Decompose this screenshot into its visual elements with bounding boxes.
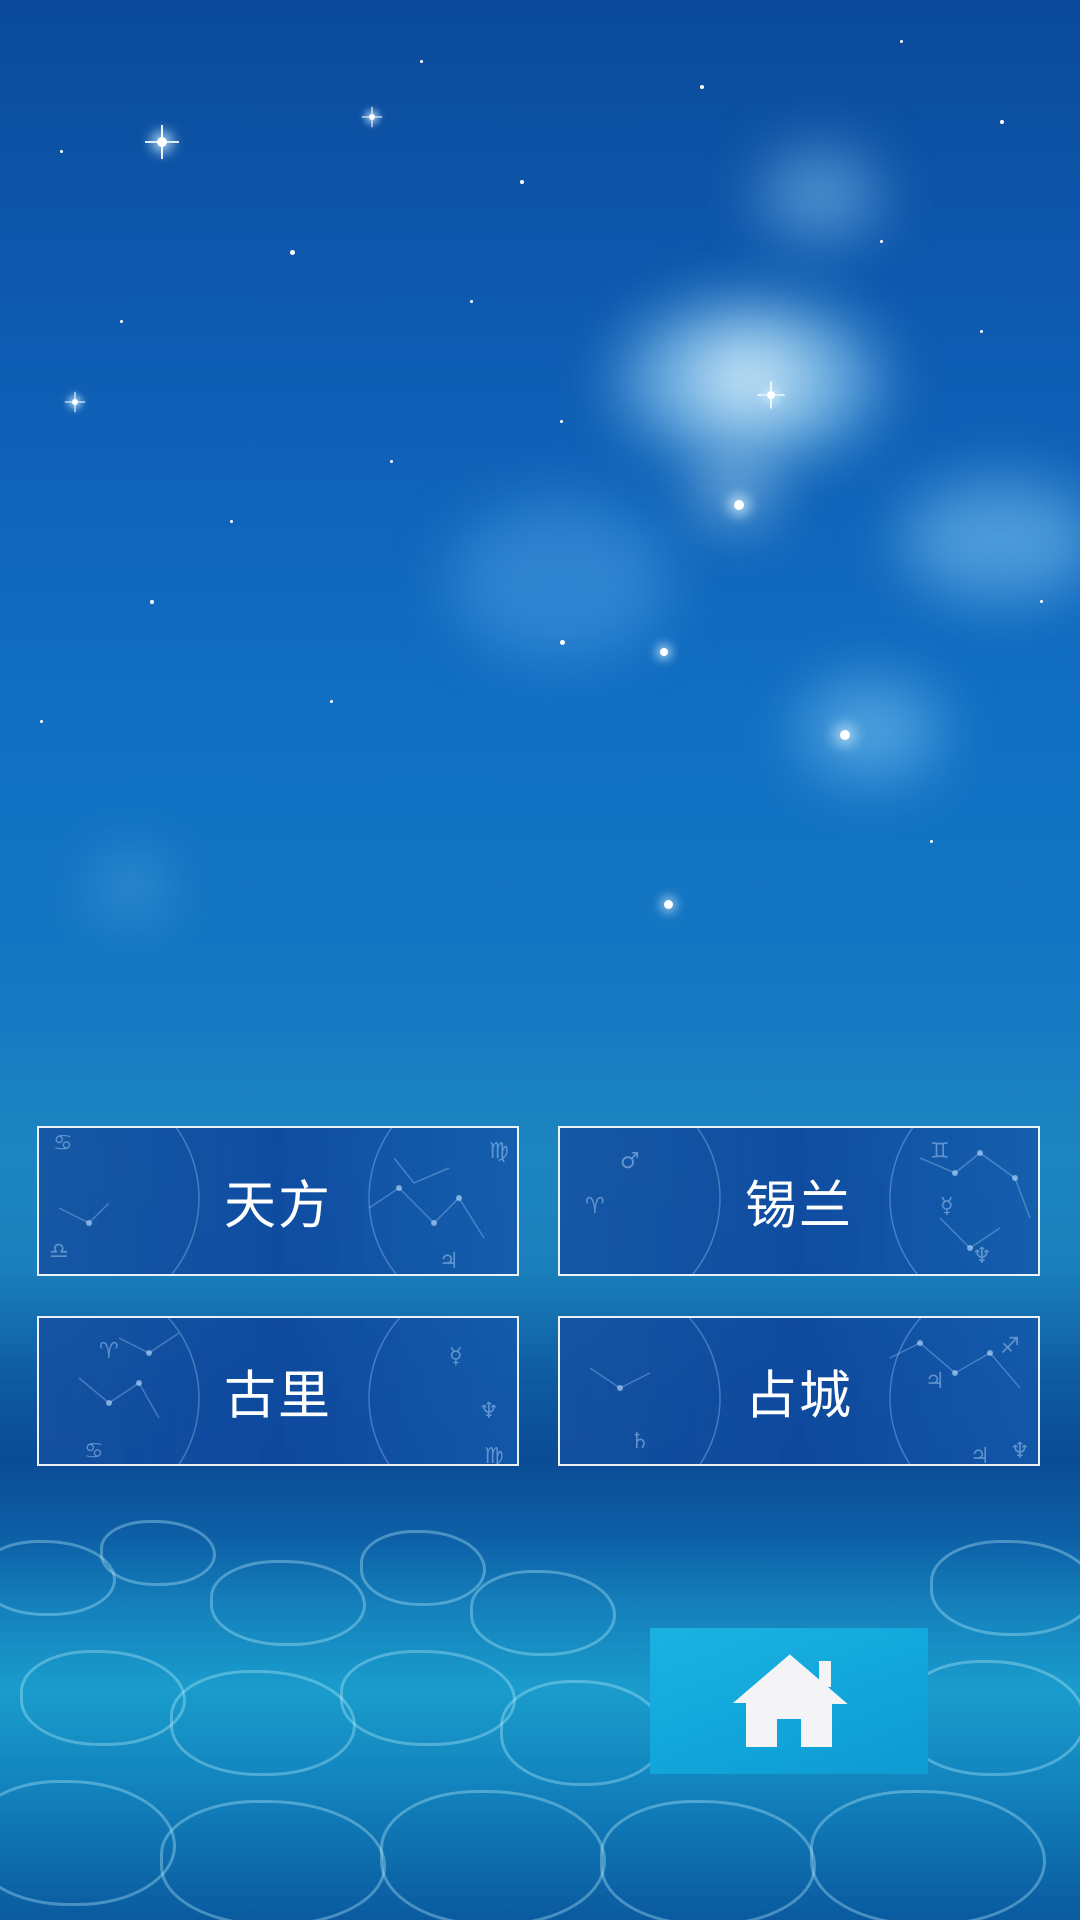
starry-sky-background bbox=[0, 0, 1080, 1000]
city-label: 古里 bbox=[223, 1366, 332, 1427]
city-label: 锡兰 bbox=[744, 1176, 853, 1237]
svg-text:♆: ♆ bbox=[1010, 1439, 1030, 1464]
city-button-guli[interactable]: ♈ ♋ ☿ ♆ ♍ 古里 bbox=[37, 1316, 519, 1466]
svg-text:♃: ♃ bbox=[970, 1444, 990, 1466]
svg-text:♊: ♊ bbox=[930, 1139, 950, 1164]
city-button-tianfang[interactable]: ♋ ♍ ♎ ♃ 天方 bbox=[37, 1126, 519, 1276]
svg-text:♍: ♍ bbox=[484, 1444, 504, 1466]
svg-text:♎: ♎ bbox=[49, 1239, 69, 1264]
city-button-xilan[interactable]: ♂ ♈ ♊ ☿ ♆ 锡兰 bbox=[558, 1126, 1040, 1276]
svg-text:♆: ♆ bbox=[972, 1244, 992, 1269]
city-label: 占城 bbox=[744, 1366, 853, 1427]
home-icon bbox=[733, 1654, 848, 1747]
svg-text:♍: ♍ bbox=[489, 1139, 509, 1164]
city-label: 天方 bbox=[223, 1176, 332, 1237]
app-screen: ♋ ♍ ♎ ♃ 天方 ♂ ♈ ♊ ☿ ♆ 锡兰 ♈ ♋ ☿ ♆ ♍ 古里 ♐ ♃… bbox=[0, 0, 1080, 1920]
home-button[interactable] bbox=[650, 1628, 928, 1774]
svg-text:♃: ♃ bbox=[439, 1249, 459, 1274]
city-button-zhancheng[interactable]: ♐ ♃ ♄ ♃ ♆ 占城 bbox=[558, 1316, 1040, 1466]
svg-text:♋: ♋ bbox=[53, 1131, 73, 1156]
svg-text:♄: ♄ bbox=[630, 1429, 650, 1454]
svg-text:♋: ♋ bbox=[84, 1439, 104, 1464]
